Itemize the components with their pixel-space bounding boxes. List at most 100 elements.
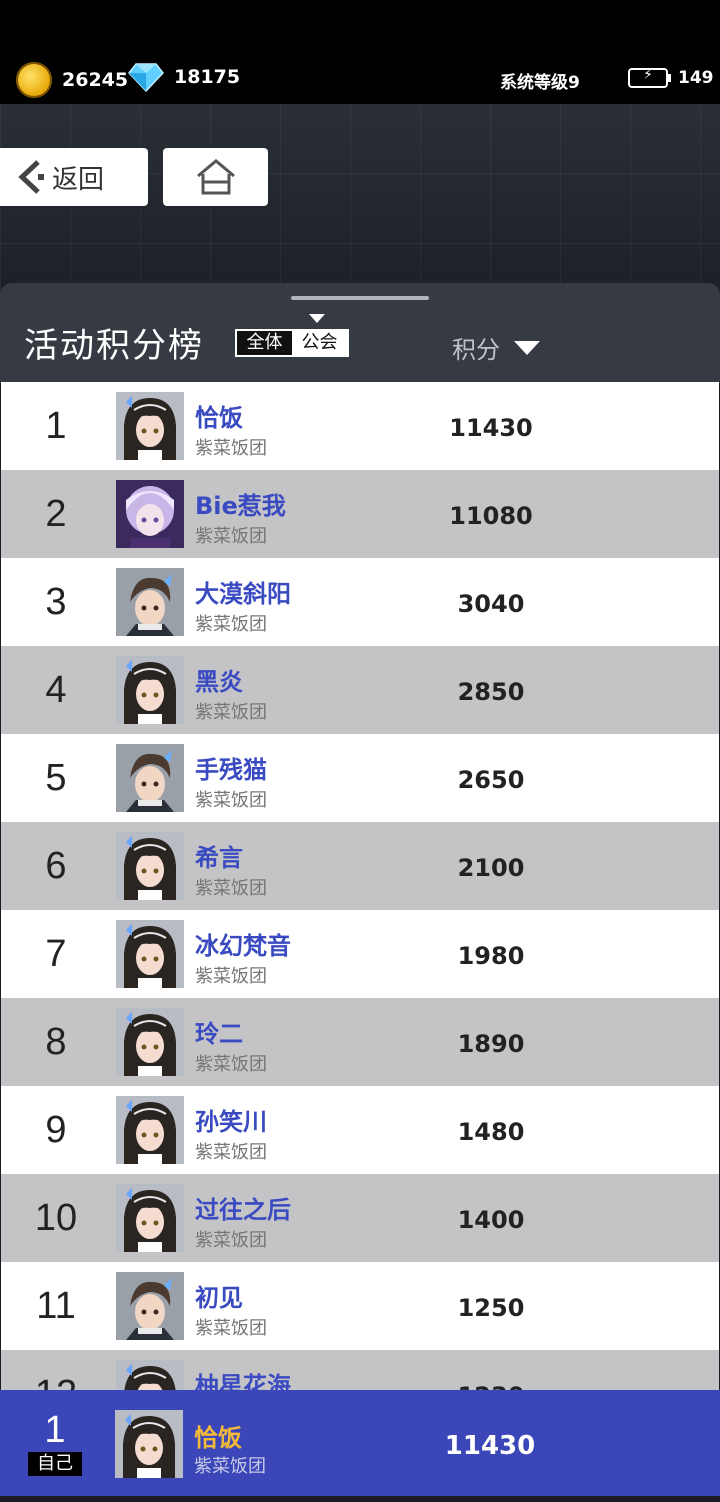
score-value: 1980 [457,942,525,970]
avatar[interactable] [116,480,184,548]
self-badge: 自己 [28,1452,82,1476]
status-bar: 26245 18175 系统等级9 ⚡ 149 [0,0,720,104]
table-row[interactable]: 3 大漠斜阳紫菜饭团 3040 [1,558,719,646]
player-name[interactable]: 手残猫 [195,750,267,785]
avatar[interactable] [116,1008,184,1076]
guild-name: 紫菜饭团 [195,614,267,635]
table-row[interactable]: 7 冰幻梵音紫菜饭团 1980 [1,910,719,998]
ranking-list[interactable]: 1 恰饭 紫菜饭团 11430 2 Bie惹我 紫菜饭团 11080 3 大漠斜阳 紫菜饭团 3040… [0,382,720,1392]
score-value: 1480 [457,1118,525,1146]
player-name[interactable]: 黑炎 [195,662,243,697]
score-value: 1230 [431,1350,551,1392]
avatar[interactable] [116,1096,184,1164]
table-row[interactable]: 1 恰饭 紫菜饭团 11430 [1,382,719,470]
score-value: 1250 [457,1294,525,1322]
player-name[interactable]: 玲二 [195,1014,243,1049]
player-name[interactable]: 大漠斜阳 [195,574,291,609]
home-button[interactable] [163,148,268,206]
player-name[interactable]: 初见 [195,1278,243,1313]
guild-name: 紫菜饭团 [195,878,267,899]
table-row[interactable]: 11 初见紫菜饭团 1250 [1,1262,719,1350]
score-value: 2850 [457,678,525,706]
avatar[interactable] [115,1410,183,1478]
rank-number: 12 [1,1350,111,1392]
player-name[interactable]: 柚星花海 [195,1366,291,1392]
drag-handle[interactable] [291,296,429,300]
guild-name: 紫菜饭团 [195,526,267,547]
table-row[interactable]: 6 希言紫菜饭团 2100 [1,822,719,910]
self-score: 11430 [444,1431,536,1461]
rank-number: 2 [45,493,67,535]
chevron-left-icon [18,160,44,194]
score-sort[interactable]: 积分 [452,330,540,365]
guild-name: 紫菜饭团 [195,702,267,723]
rank-number: 6 [45,845,67,887]
rank-number: 5 [45,757,67,799]
table-row[interactable]: 2 Bie惹我紫菜饭团 11080 [1,470,719,558]
player-name[interactable]: Bie惹我 [195,486,286,521]
guild-name: 紫菜饭团 [195,1230,267,1251]
rank-number: 7 [45,933,67,975]
player-name[interactable]: 希言 [195,838,243,873]
score-value: 1400 [457,1206,525,1234]
self-guild: 紫菜饭团 [194,1456,266,1477]
avatar[interactable] [116,1184,184,1252]
tab-all[interactable]: 全体 [237,331,292,355]
table-row[interactable]: 9 孙笑川紫菜饭团 1480 [1,1086,719,1174]
score-value: 1890 [457,1030,525,1058]
guild-name: 紫菜饭团 [195,438,267,459]
back-label: 返回 [52,164,105,195]
table-row[interactable]: 4 黑炎紫菜饭团 2850 [1,646,719,734]
coin-counter[interactable]: 26245 [16,62,128,98]
self-rank-row[interactable]: 1 自己 恰饭 紫菜饭团 11430 [0,1390,720,1496]
energy-amount: 149 [678,68,714,88]
player-name[interactable]: 孙笑川 [195,1102,267,1137]
scope-toggle[interactable]: 全体 公会 [235,329,349,357]
guild-name: 紫菜饭团 [195,1142,267,1163]
diamond-icon [128,63,164,92]
rank-number: 4 [45,669,67,711]
score-value: 3040 [457,590,525,618]
guild-name: 紫菜饭团 [195,1318,267,1339]
guild-name: 紫菜饭团 [195,1054,267,1075]
score-column-header: 积分 [452,336,500,364]
score-value: 2100 [457,854,525,882]
gem-counter[interactable]: 18175 [128,62,240,92]
avatar[interactable] [116,1272,184,1340]
score-value: 11080 [449,502,533,530]
caret-down-icon [309,314,325,323]
rank-number: 11 [36,1285,76,1327]
back-button[interactable]: 返回 [0,148,148,206]
energy-counter[interactable]: ⚡ 149 [628,67,714,88]
system-level: 系统等级9 [500,73,580,93]
self-name: 恰饭 [194,1424,242,1452]
rank-number: 3 [45,581,67,623]
guild-name: 紫菜饭团 [195,966,267,987]
home-icon [196,159,235,195]
coin-icon [16,62,52,98]
guild-name: 紫菜饭团 [195,790,267,811]
score-value: 2650 [457,766,525,794]
table-row[interactable]: 5 手残猫紫菜饭团 2650 [1,734,719,822]
avatar[interactable] [116,744,184,812]
player-name[interactable]: 冰幻梵音 [195,926,291,961]
rank-number: 8 [45,1021,67,1063]
tab-guild[interactable]: 公会 [292,331,347,355]
player-name[interactable]: 过往之后 [195,1190,291,1225]
gem-amount: 18175 [174,66,241,88]
table-row[interactable]: 10 过往之后紫菜饭团 1400 [1,1174,719,1262]
rank-number: 10 [34,1197,78,1239]
avatar[interactable] [116,832,184,900]
avatar[interactable] [116,392,184,460]
rank-number: 9 [45,1109,67,1151]
table-row[interactable]: 8 玲二紫菜饭团 1890 [1,998,719,1086]
avatar[interactable] [116,1360,184,1392]
table-row[interactable]: 12柚星花海紫菜饭团1230 [1,1350,719,1392]
sort-down-icon [514,340,540,355]
avatar[interactable] [116,568,184,636]
battery-icon: ⚡ [628,67,671,88]
page-title: 活动积分榜 [24,326,204,366]
avatar[interactable] [116,920,184,988]
player-name[interactable]: 恰饭 [195,398,243,433]
avatar[interactable] [116,656,184,724]
